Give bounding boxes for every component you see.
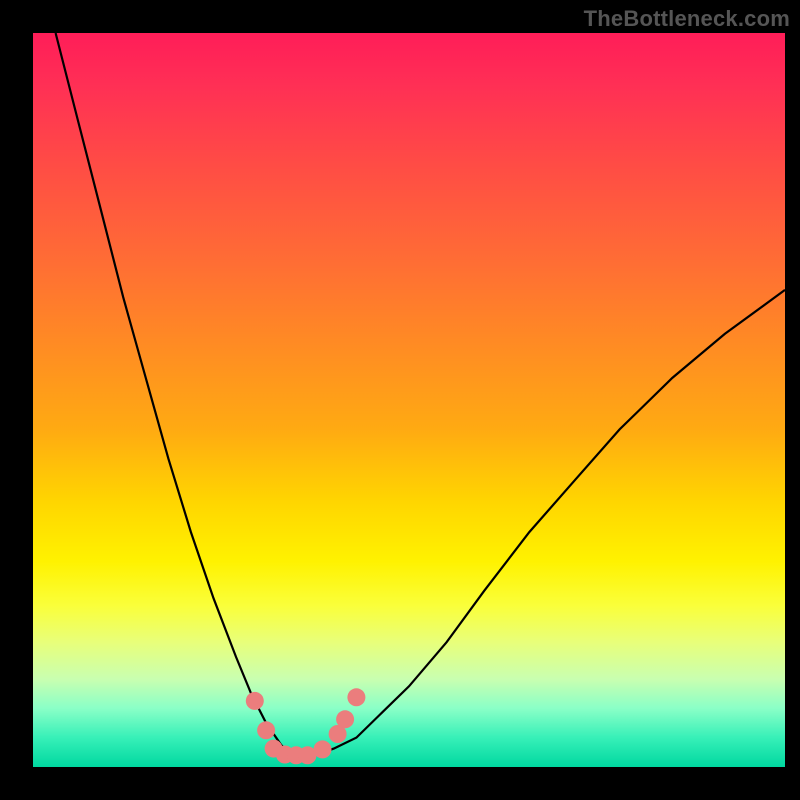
plot-area: [33, 33, 785, 767]
curve-marker: [257, 721, 275, 739]
curve-markers: [246, 688, 366, 764]
curve-marker: [246, 692, 264, 710]
watermark-text: TheBottleneck.com: [584, 6, 790, 32]
curve-marker: [347, 688, 365, 706]
chart-svg: [33, 33, 785, 767]
chart-frame: TheBottleneck.com: [0, 0, 800, 800]
bottleneck-curve: [56, 33, 785, 756]
curve-marker: [336, 710, 354, 728]
curve-marker: [314, 740, 332, 758]
